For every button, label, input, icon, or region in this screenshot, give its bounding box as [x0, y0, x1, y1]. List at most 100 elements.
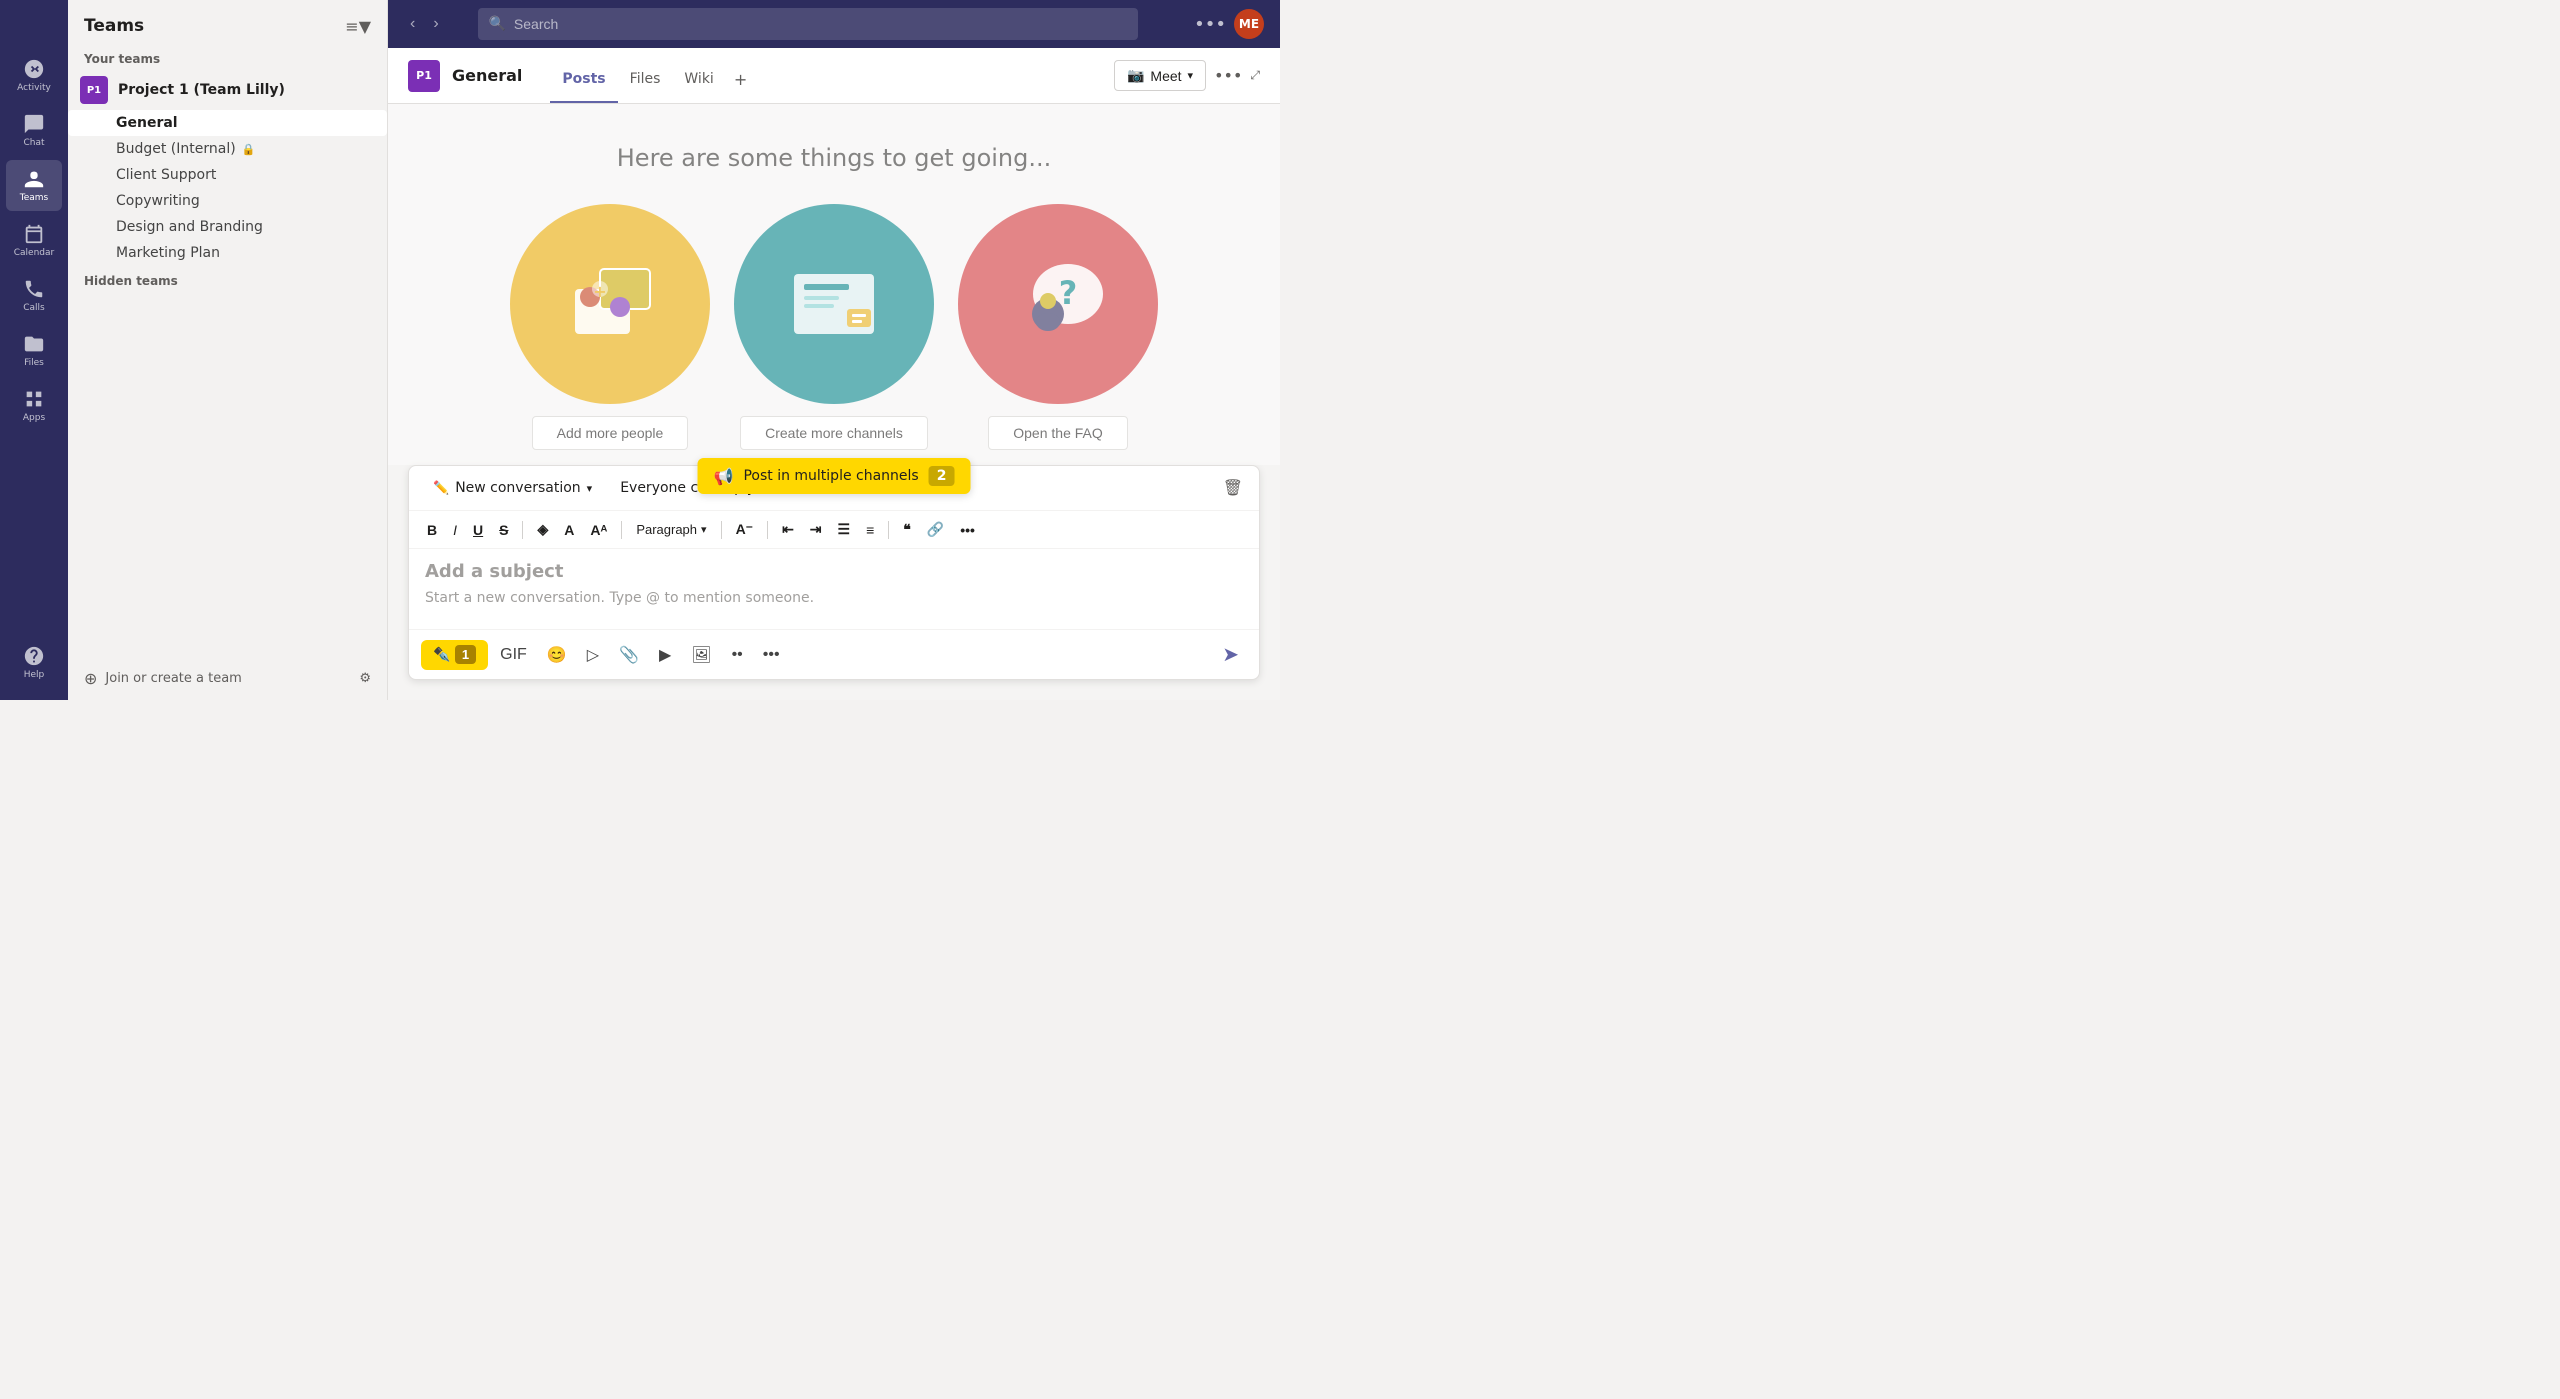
topbar-right: ••• ME	[1194, 9, 1264, 39]
image-button[interactable]: 🖼	[683, 639, 719, 671]
numbered-list-button[interactable]: ≡	[860, 518, 880, 542]
channel-header: P1 General Posts Files Wiki + 📷 Meet ▾ •…	[388, 48, 1280, 104]
sidebar-item-calls[interactable]: Calls	[6, 270, 62, 321]
strikethrough-button[interactable]: S	[493, 518, 514, 542]
channel-item-design[interactable]: Design and Branding	[68, 214, 387, 240]
card-add-people: + Add more people	[510, 204, 710, 450]
tab-wiki[interactable]: Wiki	[672, 48, 725, 103]
send-button[interactable]: ➤	[1214, 638, 1247, 671]
create-channels-button[interactable]: Create more channels	[740, 416, 928, 450]
toolbar-divider-2	[621, 521, 622, 539]
praise-button[interactable]: ••	[724, 640, 751, 670]
channel-item-budget[interactable]: Budget (Internal) 🔒	[68, 136, 387, 162]
settings-icon[interactable]: ⚙	[359, 671, 371, 686]
hidden-teams-label[interactable]: Hidden teams	[68, 266, 387, 292]
search-input[interactable]	[514, 16, 1129, 32]
sidebar-item-chat-label: Chat	[23, 138, 44, 148]
format-icon: ✒️	[433, 646, 450, 662]
new-conversation-button[interactable]: ✏️ New conversation ▾	[425, 476, 600, 500]
post-channels-label: Post in multiple channels	[743, 468, 918, 484]
channel-tabs: Posts Files Wiki +	[550, 48, 755, 103]
channel-item-clientsupport[interactable]: Client Support	[68, 162, 387, 188]
user-avatar[interactable]: ME	[1234, 9, 1264, 39]
subject-placeholder[interactable]: Add a subject	[425, 561, 1243, 582]
font-color-button[interactable]: A	[558, 518, 580, 542]
paragraph-button[interactable]: Paragraph ▾	[630, 518, 712, 541]
format-button[interactable]: ✒️ 1	[421, 640, 488, 670]
nav-back-button[interactable]: ‹	[404, 11, 421, 37]
underline-button[interactable]: U	[467, 518, 489, 542]
sidebar-item-chat[interactable]: Chat	[6, 105, 62, 156]
join-icon: ⊕	[84, 669, 97, 688]
header-more-icon[interactable]: •••	[1214, 66, 1242, 85]
tab-files[interactable]: Files	[618, 48, 673, 103]
channel-name-copywriting: Copywriting	[116, 193, 200, 209]
body-placeholder[interactable]: Start a new conversation. Type @ to ment…	[425, 590, 1243, 606]
search-bar[interactable]: 🔍	[478, 8, 1138, 40]
teams-sidebar: Teams ≡▼ Your teams P1 Project 1 (Team L…	[68, 0, 388, 700]
loop-button[interactable]: 📎	[611, 639, 647, 671]
channel-item-general[interactable]: General	[68, 110, 387, 136]
sidebar-item-apps[interactable]: Apps	[6, 380, 62, 431]
camera-icon: 📷	[1127, 67, 1144, 84]
header-expand-icon[interactable]: ⤢	[1250, 68, 1260, 83]
getting-started-title: Here are some things to get going...	[617, 144, 1052, 172]
text-color2-button[interactable]: A⁻	[730, 517, 760, 542]
tab-posts[interactable]: Posts	[550, 48, 617, 103]
decrease-indent-button[interactable]: ⇤	[776, 517, 800, 542]
post-in-channels-popup[interactable]: 📢 Post in multiple channels 2	[698, 458, 971, 494]
delete-compose-button[interactable]: 🗑	[1223, 478, 1243, 498]
bullet-list-button[interactable]: ☰	[832, 517, 857, 542]
toolbar-divider-4	[767, 521, 768, 539]
meet-button[interactable]: 📷 Meet ▾	[1114, 60, 1206, 91]
sidebar-item-teams[interactable]: Teams	[6, 160, 62, 211]
sidebar-item-files[interactable]: Files	[6, 325, 62, 376]
add-people-button[interactable]: Add more people	[532, 416, 689, 450]
meet-chevron-icon: ▾	[1188, 69, 1194, 82]
filter-icon[interactable]: ≡▼	[345, 17, 371, 36]
increase-indent-button[interactable]: ⇥	[804, 517, 828, 542]
your-teams-label: Your teams	[68, 44, 387, 70]
sidebar-item-activity[interactable]: Activity	[6, 50, 62, 101]
more-toolbar-button[interactable]: •••	[954, 518, 981, 542]
sidebar-item-help[interactable]: Help	[6, 637, 62, 688]
more-footer-button[interactable]: •••	[755, 640, 788, 670]
header-right: 📷 Meet ▾ ••• ⤢	[1114, 60, 1260, 91]
font-size-button[interactable]: Aᴬ	[584, 518, 613, 542]
compose-wrapper: ✏️ New conversation ▾ Everyone can reply…	[408, 465, 1260, 680]
card-circle-faq: ?	[958, 204, 1158, 404]
compose-body[interactable]: Add a subject Start a new conversation. …	[409, 549, 1259, 629]
italic-button[interactable]: I	[447, 518, 463, 542]
add-tab-button[interactable]: +	[726, 70, 755, 103]
ellipsis-icon[interactable]: •••	[1194, 14, 1226, 35]
card-circle-add-people: +	[510, 204, 710, 404]
teams-header: Teams ≡▼	[68, 0, 387, 44]
card-create-channels: Create more channels	[734, 204, 934, 450]
edit-icon: ✏️	[433, 481, 449, 496]
sticker-button[interactable]: ▷	[579, 639, 607, 671]
highlight-button[interactable]: ◈	[531, 517, 554, 542]
team-name-project1: Project 1 (Team Lilly)	[118, 82, 337, 98]
sidebar-item-calendar-label: Calendar	[14, 248, 54, 258]
join-create-team[interactable]: ⊕ Join or create a team ⚙	[68, 657, 387, 700]
format-badge: 1	[455, 645, 476, 664]
channel-header-avatar: P1	[408, 60, 440, 92]
quote-button[interactable]: ❝	[897, 517, 917, 542]
bold-button[interactable]: B	[421, 518, 443, 542]
channel-name-marketing: Marketing Plan	[116, 245, 220, 261]
toolbar-divider-3	[721, 521, 722, 539]
link-button[interactable]: 🔗	[921, 517, 950, 542]
lock-icon: 🔒	[242, 143, 256, 156]
emoji-button[interactable]: 😊	[539, 639, 575, 671]
icon-rail: Activity Chat Teams Calendar Calls Files…	[0, 0, 68, 700]
content-area: Here are some things to get going... + A…	[388, 104, 1280, 465]
open-faq-button[interactable]: Open the FAQ	[988, 416, 1128, 450]
video-button[interactable]: ▶	[651, 639, 679, 671]
team-item-project1[interactable]: P1 Project 1 (Team Lilly) •••	[68, 70, 387, 110]
sidebar-item-calendar[interactable]: Calendar	[6, 215, 62, 266]
nav-forward-button[interactable]: ›	[427, 11, 444, 37]
channel-item-copywriting[interactable]: Copywriting	[68, 188, 387, 214]
channel-item-marketing[interactable]: Marketing Plan	[68, 240, 387, 266]
channel-name-clientsupport: Client Support	[116, 167, 216, 183]
gif-button[interactable]: GIF	[492, 640, 535, 670]
